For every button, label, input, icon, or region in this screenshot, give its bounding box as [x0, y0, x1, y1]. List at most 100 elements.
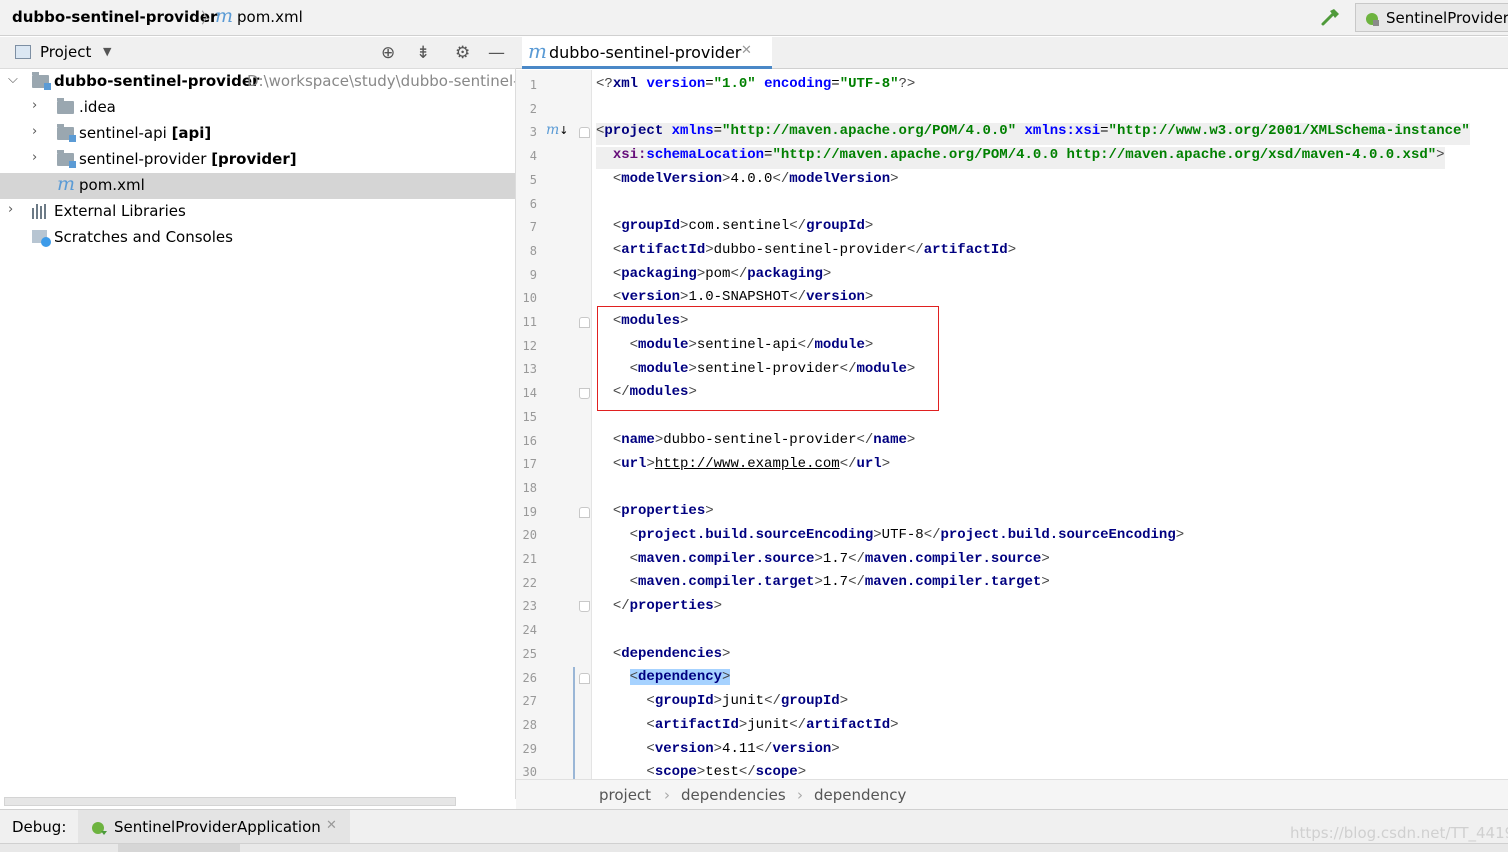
- debug-toolbar-strip: [0, 843, 1508, 852]
- code-line: </properties>: [612, 598, 723, 614]
- line-number: 18: [522, 481, 537, 495]
- line-number: 20: [522, 528, 537, 542]
- code-line: <name>dubbo-sentinel-provider</name>: [612, 432, 916, 448]
- code-line: <maven.compiler.source>1.7</maven.compil…: [629, 551, 1050, 567]
- project-panel-title[interactable]: Project: [40, 43, 91, 61]
- module-folder-icon: [57, 150, 76, 168]
- code-line: <artifactId>junit</artifactId>: [646, 717, 899, 733]
- code-line: <project.build.sourceEncoding>UTF-8</pro…: [629, 527, 1185, 543]
- run-configuration-selector[interactable]: SentinelProvider: [1355, 3, 1508, 32]
- project-tree: ⌵ dubbo-sentinel-provider D:\workspace\s…: [0, 69, 516, 806]
- tree-item-label: .idea: [79, 98, 116, 116]
- line-number: 3: [529, 125, 537, 139]
- maven-icon: m: [215, 5, 234, 27]
- tree-item-sentinel-provider[interactable]: › sentinel-provider [provider]: [0, 147, 515, 173]
- hide-panel-icon[interactable]: —: [488, 43, 505, 63]
- line-number: 4: [529, 149, 537, 163]
- code-line: <groupId>junit</groupId>: [646, 693, 849, 709]
- chevron-right-icon[interactable]: ›: [8, 202, 13, 217]
- debug-subtab[interactable]: [118, 844, 240, 852]
- fold-marker-icon[interactable]: [579, 507, 590, 518]
- code-line: <artifactId>dubbo-sentinel-provider</art…: [612, 242, 1017, 258]
- chevron-right-icon: 〉: [201, 9, 217, 27]
- fold-marker-icon[interactable]: [579, 388, 590, 399]
- editor-tab-pom[interactable]: m dubbo-sentinel-provider ✕: [522, 37, 772, 69]
- maven-gutter-icon[interactable]: m↓: [546, 122, 569, 138]
- modules-highlight-box: [597, 306, 939, 411]
- horizontal-scrollbar[interactable]: [4, 797, 456, 806]
- nav-crumb-file[interactable]: pom.xml: [237, 8, 303, 26]
- breadcrumb-item[interactable]: dependency: [814, 786, 906, 804]
- chevron-down-icon[interactable]: ⌵: [8, 72, 18, 87]
- line-number: 5: [529, 173, 537, 187]
- line-number: 27: [522, 694, 537, 708]
- module-folder-icon: [32, 72, 51, 90]
- module-tag: [provider]: [211, 150, 297, 168]
- tree-item-root-module[interactable]: ⌵ dubbo-sentinel-provider D:\workspace\s…: [0, 69, 515, 95]
- debug-session-label: SentinelProviderApplication: [114, 818, 321, 836]
- close-icon[interactable]: ✕: [326, 818, 337, 833]
- fold-marker-icon[interactable]: [579, 673, 590, 684]
- line-number: 24: [522, 623, 537, 637]
- locate-file-icon[interactable]: ⊕: [381, 43, 395, 63]
- chevron-right-icon: ›: [797, 786, 803, 804]
- tree-item-path: D:\workspace\study\dubbo-sentinel-: [247, 72, 515, 90]
- code-line: <dependencies>: [612, 646, 731, 662]
- code-line: <maven.compiler.target>1.7</maven.compil…: [629, 574, 1050, 590]
- chevron-right-icon[interactable]: ›: [32, 124, 37, 139]
- line-number: 10: [522, 291, 537, 305]
- tree-item-label: dubbo-sentinel-provider: [54, 72, 260, 90]
- tree-item-pom[interactable]: m pom.xml: [0, 173, 515, 199]
- nav-crumb-project[interactable]: dubbo-sentinel-provider: [12, 8, 217, 26]
- fold-marker-icon[interactable]: [579, 127, 590, 138]
- line-number: 7: [529, 220, 537, 234]
- line-number: 28: [522, 718, 537, 732]
- breadcrumb-item[interactable]: project: [599, 786, 651, 804]
- chevron-right-icon[interactable]: ›: [32, 150, 37, 165]
- fold-marker-icon[interactable]: [579, 317, 590, 328]
- code-line: <dependency>: [629, 669, 731, 685]
- code-line: <url>http://www.example.com</url>: [612, 456, 891, 472]
- url-link[interactable]: http://www.example.com: [655, 456, 840, 472]
- collapse-all-icon[interactable]: ⇟: [416, 43, 430, 63]
- line-number: 19: [522, 505, 537, 519]
- line-number: 30: [522, 765, 537, 779]
- tree-item-scratches[interactable]: Scratches and Consoles: [0, 225, 515, 251]
- line-number: 22: [522, 576, 537, 590]
- close-icon[interactable]: ✕: [741, 43, 752, 58]
- code-line: <version>4.11</version>: [646, 741, 840, 757]
- line-number: 29: [522, 742, 537, 756]
- debug-tool-window-header: Debug: SentinelProviderApplication ✕: [0, 809, 1508, 844]
- debug-session-tab[interactable]: SentinelProviderApplication ✕: [78, 810, 350, 844]
- spring-boot-icon: [90, 820, 108, 840]
- editor-gutter: m↓ 1 2 3 4 5 6 7 8 9 10 11 12 13 14 15 16 17 18 19 20 21 22 23…: [516, 70, 592, 779]
- maven-icon: m: [528, 39, 547, 63]
- folder-icon: [57, 98, 74, 114]
- chevron-down-icon[interactable]: ▼: [103, 45, 111, 58]
- tree-item-label: External Libraries: [54, 202, 186, 220]
- code-line: xsi:schemaLocation="http://maven.apache.…: [596, 147, 1445, 169]
- scratches-icon: [32, 230, 51, 247]
- navigation-bar: dubbo-sentinel-provider 〉 m pom.xml Sent…: [0, 0, 1508, 36]
- line-number: 25: [522, 647, 537, 661]
- fold-marker-icon[interactable]: [579, 601, 590, 612]
- line-number: 15: [522, 410, 537, 424]
- build-hammer-icon[interactable]: [1320, 6, 1342, 32]
- gear-icon[interactable]: ⚙: [455, 43, 470, 63]
- xml-breadcrumb: project › dependencies › dependency: [516, 779, 1508, 809]
- line-number: 8: [529, 244, 537, 258]
- code-editor[interactable]: <?xml version="1.0" encoding="UTF-8"?> <…: [593, 70, 1508, 779]
- tree-item-idea[interactable]: › .idea: [0, 95, 515, 121]
- maven-icon: m: [57, 173, 76, 195]
- line-number: 26: [522, 671, 537, 685]
- line-number: 21: [522, 552, 537, 566]
- tree-item-external-libraries[interactable]: › External Libraries: [0, 199, 515, 225]
- spring-boot-icon: [1364, 11, 1380, 31]
- code-line: <packaging>pom</packaging>: [612, 266, 832, 282]
- project-panel-icon: [15, 45, 31, 59]
- line-number: 11: [522, 315, 537, 329]
- tree-item-sentinel-api[interactable]: › sentinel-api [api]: [0, 121, 515, 147]
- line-number: 6: [529, 197, 537, 211]
- breadcrumb-item[interactable]: dependencies: [681, 786, 786, 804]
- chevron-right-icon[interactable]: ›: [32, 98, 37, 113]
